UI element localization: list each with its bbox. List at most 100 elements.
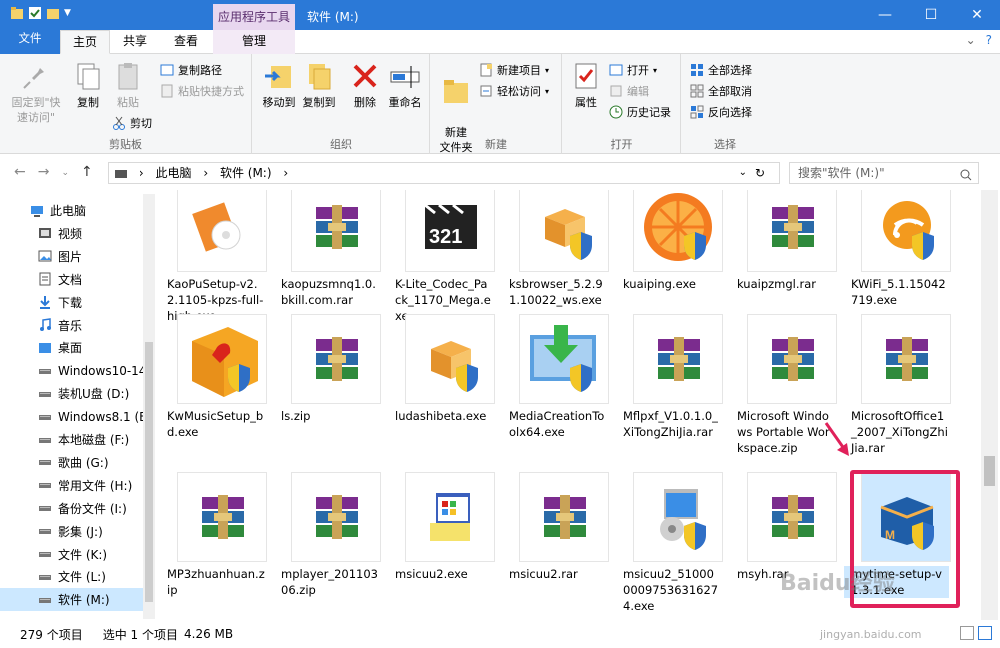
- properties-button[interactable]: 属性: [569, 60, 603, 110]
- easy-access-button[interactable]: 轻松访问 ▾: [479, 83, 549, 99]
- invert-selection-button[interactable]: 反向选择: [690, 104, 752, 120]
- file-item[interactable]: kuaipzmgl.rar: [730, 190, 840, 292]
- pin-quick-access-button[interactable]: 固定到"快速访问": [10, 60, 62, 125]
- nav-item[interactable]: 常用文件 (H:): [0, 474, 145, 497]
- tab-manage[interactable]: 管理: [213, 30, 295, 54]
- breadcrumb-this-pc[interactable]: 此电脑: [155, 166, 191, 180]
- nav-item[interactable]: 影集 (J:): [0, 520, 145, 543]
- copy-path-button[interactable]: 复制路径: [160, 62, 222, 78]
- select-all-button[interactable]: 全部选择: [690, 62, 752, 78]
- copy-to-button[interactable]: 复制到: [299, 60, 339, 110]
- file-item[interactable]: 321 K-Lite_Codec_Pack_1170_Mega.exe: [388, 190, 498, 324]
- file-item[interactable]: msicuu2.exe: [388, 472, 498, 582]
- file-item[interactable]: msicuu2_510000009753631627 4.exe: [616, 472, 726, 614]
- file-item[interactable]: ksbrowser_5.2.91.10022_ws.exe: [502, 190, 612, 308]
- forward-arrow-icon[interactable]: →: [38, 164, 50, 182]
- file-item[interactable]: KwMusicSetup_bd.exe: [160, 314, 270, 440]
- nav-item[interactable]: Windows10-14: [0, 359, 147, 382]
- chevron-down-icon[interactable]: ▼: [64, 6, 78, 20]
- copy-button[interactable]: 复制: [68, 60, 108, 110]
- file-item[interactable]: Mflpxf_V1.0.1.0_XiTongZhiJia.rar: [616, 314, 726, 440]
- nav-item[interactable]: 软件 (M:): [0, 588, 145, 612]
- search-input[interactable]: 搜索"软件 (M:)": [789, 162, 979, 184]
- properties-check-icon[interactable]: [28, 6, 42, 20]
- tab-view[interactable]: 查看: [162, 30, 210, 54]
- maximize-button[interactable]: ☐: [908, 0, 954, 30]
- file-item[interactable]: MediaCreationToolx64.exe: [502, 314, 612, 440]
- nav-item[interactable]: Windows8.1 (E: [0, 405, 147, 428]
- breadcrumb-drive[interactable]: 软件 (M:): [220, 166, 272, 180]
- address-bar[interactable]: › 此电脑 › 软件 (M:) › ⌄ ↻: [108, 162, 780, 184]
- nav-item-label: Windows10-14: [58, 363, 147, 378]
- nav-item[interactable]: 文档: [0, 268, 145, 291]
- large-icons-view-icon[interactable]: [978, 626, 992, 640]
- file-name: MP3zhuanhuan.zip: [167, 567, 265, 597]
- nav-item[interactable]: 备份文件 (I:): [0, 497, 145, 520]
- orange-icon: [633, 190, 723, 272]
- nav-item[interactable]: 桌面: [0, 336, 145, 359]
- help-icon[interactable]: ?: [986, 33, 992, 47]
- tab-share[interactable]: 共享: [112, 30, 158, 54]
- chevron-down-icon[interactable]: ⌄: [966, 33, 976, 47]
- file-item[interactable]: KaoPuSetup-v2.2.1105-kpzs-full-high.exe: [160, 190, 270, 324]
- nav-item[interactable]: 音乐: [0, 314, 145, 337]
- file-item[interactable]: ludashibeta.exe: [388, 314, 498, 424]
- details-view-icon[interactable]: [960, 626, 974, 640]
- nav-item-label: 下载: [58, 295, 83, 310]
- nav-item[interactable]: 歌曲 (G:): [0, 451, 145, 474]
- file-item[interactable]: mplayer_20110306.zip: [274, 472, 384, 598]
- nav-item[interactable]: 图片: [0, 245, 145, 268]
- nav-item[interactable]: 下载: [0, 291, 145, 314]
- file-item[interactable]: MP3zhuanhuan.zip: [160, 472, 270, 598]
- file-item[interactable]: ls.zip: [274, 314, 384, 424]
- drive-icon: [38, 547, 52, 561]
- nav-item[interactable]: 本地磁盘 (F:): [0, 428, 145, 451]
- minimize-button[interactable]: —: [862, 0, 908, 30]
- file-item[interactable]: kaopuzsmnq1.0.bkill.com.rar: [274, 190, 384, 308]
- tab-file[interactable]: 文件: [0, 30, 60, 54]
- history-icon: [609, 105, 623, 119]
- file-name: ksbrowser_5.2.91.10022_ws.exe: [509, 277, 603, 307]
- cut-button[interactable]: 剪切: [112, 115, 152, 131]
- refresh-icon[interactable]: ↻: [755, 163, 765, 183]
- open-button[interactable]: 打开 ▾: [609, 62, 657, 78]
- close-button[interactable]: ✕: [954, 0, 1000, 30]
- new-item-button[interactable]: 新建项目 ▾: [479, 62, 549, 78]
- select-none-button[interactable]: 全部取消: [690, 83, 752, 99]
- paste-button[interactable]: 粘贴: [110, 60, 146, 110]
- quick-access-toolbar: ▼: [10, 6, 78, 20]
- file-name: msicuu2.rar: [509, 567, 578, 581]
- chevron-down-icon[interactable]: ⌄: [61, 164, 69, 182]
- edit-button[interactable]: 编辑: [609, 83, 649, 99]
- content-scrollbar-thumb[interactable]: [984, 456, 995, 486]
- nav-scrollbar[interactable]: [143, 194, 155, 619]
- file-item[interactable]: KWiFi_5.1.15042719.exe: [844, 190, 954, 308]
- file-item[interactable]: msicuu2.rar: [502, 472, 612, 582]
- chevron-down-icon[interactable]: ⌄: [739, 163, 747, 183]
- new-folder-button[interactable]: 新建 文件夹: [435, 60, 477, 170]
- move-to-button[interactable]: 移动到: [259, 60, 299, 110]
- up-arrow-icon[interactable]: ↑: [81, 164, 93, 182]
- content-scrollbar[interactable]: [981, 190, 998, 620]
- drive-icon: [38, 593, 52, 607]
- nav-scrollbar-thumb[interactable]: [145, 342, 153, 602]
- file-name: Microsoft Windows Portable Workspace.zip: [737, 409, 830, 455]
- new-folder-icon[interactable]: [46, 6, 60, 20]
- delete-button[interactable]: 删除: [347, 60, 383, 110]
- tab-home[interactable]: 主页: [60, 30, 110, 54]
- nav-item[interactable]: 视频: [0, 222, 145, 245]
- select-group: 全部选择 全部取消 反向选择 选择: [682, 54, 768, 154]
- nav-item[interactable]: 装机U盘 (D:): [0, 382, 145, 405]
- rename-button[interactable]: 重命名: [385, 60, 425, 110]
- nav-item[interactable]: 文件 (K:): [0, 543, 145, 566]
- nav-item[interactable]: 此电脑: [0, 199, 145, 222]
- file-item[interactable]: kuaiping.exe: [616, 190, 726, 292]
- nav-item[interactable]: 文件 (L:): [0, 565, 145, 588]
- back-arrow-icon[interactable]: ←: [14, 164, 26, 182]
- file-item[interactable]: MicrosoftOffice1_2007_XiTongZhiJia.rar: [844, 314, 954, 456]
- breadcrumb-separator: ›: [203, 166, 209, 180]
- select-group-label: 选择: [714, 138, 736, 151]
- paste-shortcut-button[interactable]: 粘贴快捷方式: [160, 83, 244, 99]
- file-name: kaopuzsmnq1.0.bkill.com.rar: [281, 277, 376, 307]
- history-button[interactable]: 历史记录: [609, 104, 671, 120]
